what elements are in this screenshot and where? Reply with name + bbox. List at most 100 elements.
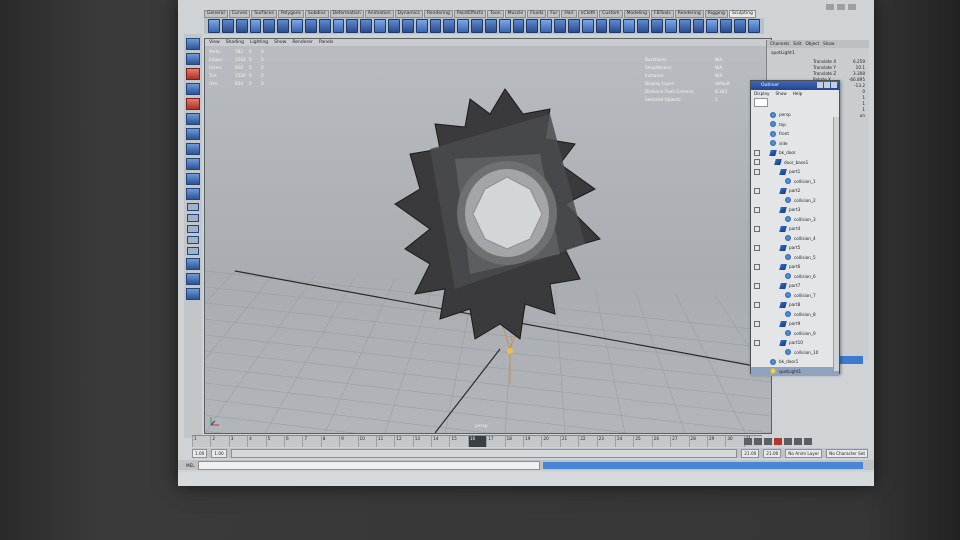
- shelf-tab[interactable]: Surfaces: [251, 10, 277, 18]
- maximize-icon[interactable]: [837, 4, 845, 10]
- outliner-menu-item[interactable]: Help: [793, 90, 803, 97]
- frame-tick[interactable]: 24: [614, 436, 633, 447]
- frame-tick[interactable]: 9: [339, 436, 357, 447]
- channel-menu-item[interactable]: Channels: [770, 40, 789, 48]
- expand-toggle-icon[interactable]: [754, 187, 760, 194]
- range-end-field[interactable]: 21.00: [763, 448, 782, 458]
- outliner-titlebar[interactable]: Outliner: [751, 81, 839, 90]
- outliner-item[interactable]: part7: [751, 281, 839, 291]
- frame-tick[interactable]: 2: [210, 436, 228, 447]
- outliner-item[interactable]: collision_9: [751, 329, 839, 339]
- shelf-tab[interactable]: Fur: [547, 10, 561, 18]
- expand-toggle-icon[interactable]: [754, 225, 760, 232]
- frame-tick[interactable]: 8: [320, 436, 339, 447]
- outliner-maximize-icon[interactable]: [824, 82, 830, 88]
- shelf-tool-icon[interactable]: [747, 19, 760, 33]
- expand-toggle-icon[interactable]: [754, 244, 760, 251]
- shelf-tool-icon[interactable]: [387, 19, 400, 33]
- frame-tick[interactable]: 20: [541, 436, 559, 447]
- go-to-end-icon[interactable]: [804, 437, 812, 445]
- shelf-tab[interactable]: Subdivs: [304, 10, 329, 18]
- layout-four-icon[interactable]: [186, 173, 200, 185]
- shelf-tab[interactable]: Dynamics: [394, 10, 423, 18]
- outliner-item[interactable]: part5: [751, 243, 839, 253]
- shelf-tool-icon[interactable]: [443, 19, 456, 33]
- expand-toggle-icon[interactable]: [754, 282, 760, 289]
- outliner-item[interactable]: collision_2: [751, 196, 839, 206]
- outliner-item[interactable]: part10: [751, 338, 839, 348]
- outliner-item[interactable]: part6: [751, 262, 839, 272]
- shelf-tool-icon[interactable]: [277, 19, 290, 33]
- shelf-tool-icon[interactable]: [637, 19, 649, 33]
- layout-button-6[interactable]: [186, 258, 200, 270]
- outliner-item[interactable]: collision_5: [751, 253, 839, 263]
- frame-tick[interactable]: 21: [559, 436, 578, 447]
- outliner-menu-item[interactable]: Show: [775, 90, 786, 97]
- outliner-item[interactable]: collision_7: [751, 291, 839, 301]
- outliner-item[interactable]: bk_door: [751, 148, 839, 158]
- shelf-tab[interactable]: FBTools: [651, 10, 674, 18]
- shelf-tool-icon[interactable]: [706, 19, 719, 33]
- shelf-tool-icon[interactable]: [401, 19, 414, 33]
- frame-tick[interactable]: 1: [192, 436, 210, 447]
- layout-button-1[interactable]: [187, 203, 199, 211]
- frame-tick[interactable]: 18: [504, 436, 523, 447]
- outliner-scrollbar[interactable]: [833, 117, 839, 371]
- shelf-tool-icon[interactable]: [221, 19, 234, 33]
- shelf-tool-icon[interactable]: [526, 19, 539, 33]
- go-to-start-icon[interactable]: [744, 437, 752, 445]
- range-start-field[interactable]: 1.00: [192, 448, 208, 458]
- manipulator-icon[interactable]: [186, 128, 200, 140]
- shelf-tool-icon[interactable]: [304, 19, 317, 33]
- frame-tick[interactable]: 22: [578, 436, 596, 447]
- shelf-tool-icon[interactable]: [415, 19, 428, 33]
- shelf-tool-icon[interactable]: [208, 19, 220, 33]
- shelf-tool-icon[interactable]: [360, 19, 373, 33]
- move-tool-icon[interactable]: [186, 83, 200, 95]
- shelf-tool-icon[interactable]: [332, 19, 345, 33]
- frame-tick[interactable]: 5: [265, 436, 284, 447]
- shelf-tab[interactable]: Fluids: [527, 10, 547, 18]
- frame-tick[interactable]: 30: [725, 436, 743, 447]
- expand-toggle-icon[interactable]: [754, 149, 760, 156]
- shelf-tool-icon[interactable]: [609, 19, 622, 33]
- scale-tool-icon[interactable]: [186, 113, 200, 125]
- layout-button-4[interactable]: [187, 236, 199, 244]
- shelf-tool-icon[interactable]: [484, 19, 497, 33]
- shelf-tool-icon[interactable]: [651, 19, 663, 33]
- shelf-tool-icon[interactable]: [512, 19, 525, 33]
- shelf-tab[interactable]: PaintEffects: [453, 10, 487, 18]
- frame-tick[interactable]: 17: [486, 436, 504, 447]
- anim-layer-dropdown[interactable]: No Anim Layer: [785, 448, 823, 458]
- last-tool-icon[interactable]: [186, 143, 200, 155]
- shelf-tab[interactable]: Rendering: [674, 10, 704, 18]
- outliner-item[interactable]: front: [751, 129, 839, 139]
- lasso-tool-icon[interactable]: [186, 53, 200, 65]
- shelf-tab[interactable]: Custom: [599, 10, 623, 18]
- expand-toggle-icon[interactable]: [754, 301, 760, 308]
- outliner-item[interactable]: door_base1: [751, 158, 839, 168]
- outliner-item[interactable]: side: [751, 139, 839, 149]
- shelf-tab[interactable]: Toon: [487, 10, 504, 18]
- shelf-tab[interactable]: Sculpting: [728, 10, 756, 18]
- frame-tick[interactable]: 29: [706, 436, 725, 447]
- outliner-item[interactable]: collision_8: [751, 310, 839, 320]
- channel-menu-item[interactable]: Object: [805, 40, 819, 48]
- step-forward-icon[interactable]: [794, 437, 802, 445]
- shelf-tool-icon[interactable]: [554, 19, 566, 33]
- frame-tick[interactable]: 25: [633, 436, 651, 447]
- shelf-tab[interactable]: Polygons: [277, 10, 304, 18]
- shelf-tab[interactable]: Muscle: [504, 10, 527, 18]
- expand-toggle-icon[interactable]: [754, 206, 760, 213]
- channel-attr-value[interactable]: on: [860, 113, 865, 119]
- shelf-tool-icon[interactable]: [692, 19, 705, 33]
- shelf-tool-icon[interactable]: [235, 19, 248, 33]
- shelf-tool-icon[interactable]: [457, 19, 470, 33]
- select-tool-icon[interactable]: [186, 38, 200, 50]
- outliner-item[interactable]: part2: [751, 186, 839, 196]
- time-slider[interactable]: 1 2 3 4 5 6 7 8 9 10 11 12 13 14 15 16 17 18 19 20 21 22 23 24 2…: [192, 435, 762, 447]
- frame-tick[interactable]: 23: [596, 436, 615, 447]
- rotate-tool-icon[interactable]: [186, 98, 200, 110]
- play-back-icon[interactable]: [764, 437, 772, 445]
- outliner-minimize-icon[interactable]: [817, 82, 823, 88]
